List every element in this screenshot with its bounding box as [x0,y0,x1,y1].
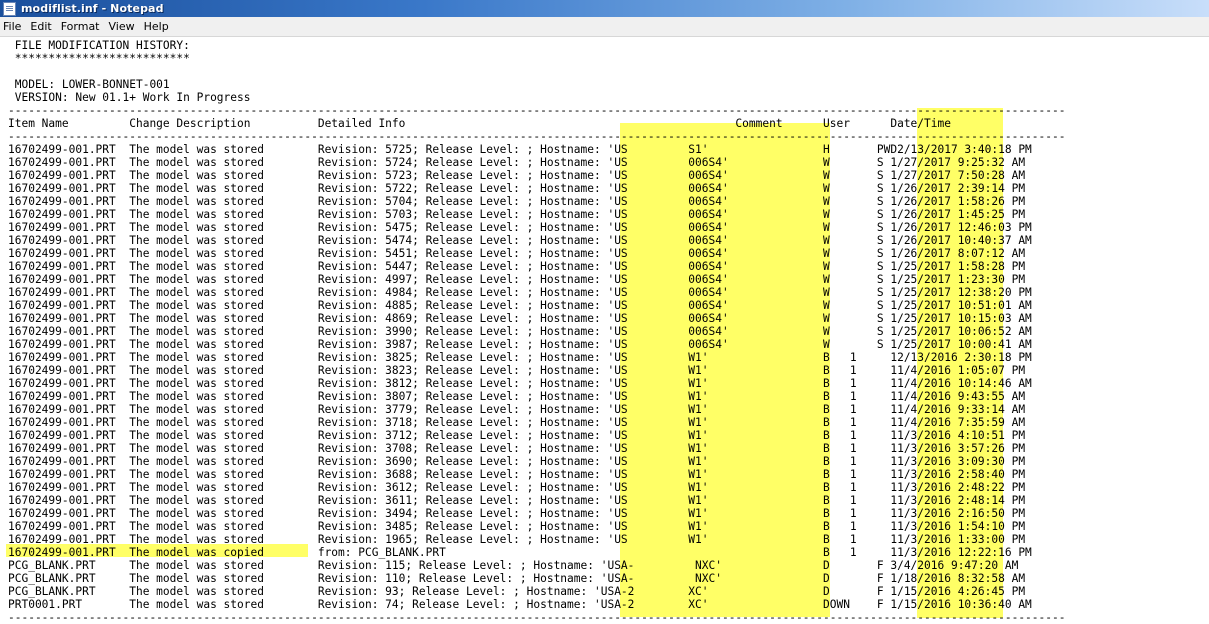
history-row: 16702499-001.PRT The model was stored Re… [8,390,1026,403]
text-editor-area[interactable]: FILE MODIFICATION HISTORY: *************… [0,37,1209,624]
column-header-row: Item Name Change Description Detailed In… [8,117,951,130]
title-bar: modiflist.inf - Notepad [0,0,1209,17]
history-row: 16702499-001.PRT The model was stored Re… [8,260,1026,273]
history-row: 16702499-001.PRT The model was stored Re… [8,481,1026,494]
history-row: 16702499-001.PRT The model was stored Re… [8,507,1026,520]
version-line: VERSION: New 01.1+ Work In Progress [8,91,251,104]
separator: ----------------------------------------… [8,130,1066,143]
window-title: modiflist.inf - Notepad [21,2,164,15]
history-row: 16702499-001.PRT The model was stored Re… [8,221,1032,234]
history-row: 16702499-001.PRT The model was stored Re… [8,351,1032,364]
history-row: 16702499-001.PRT The model was stored Re… [8,338,1032,351]
history-row: 16702499-001.PRT The model was stored Re… [8,494,1026,507]
history-row: PCG_BLANK.PRT The model was stored Revis… [8,572,1026,585]
history-row: 16702499-001.PRT The model was stored Re… [8,208,1026,221]
history-row: 16702499-001.PRT The model was stored Re… [8,169,1026,182]
history-row: 16702499-001.PRT The model was stored Re… [8,364,1026,377]
history-row: 16702499-001.PRT The model was copied fr… [8,546,1032,559]
menu-bar: File Edit Format View Help [0,17,1209,37]
notepad-icon [3,1,16,16]
menu-file[interactable]: File [0,20,27,33]
menu-edit[interactable]: Edit [27,20,57,33]
menu-help[interactable]: Help [141,20,175,33]
history-row: 16702499-001.PRT The model was stored Re… [8,468,1026,481]
history-row: 16702499-001.PRT The model was stored Re… [8,234,1032,247]
document-text: FILE MODIFICATION HISTORY: *************… [8,39,1065,624]
history-row: 16702499-001.PRT The model was stored Re… [8,156,1026,169]
model-line: MODEL: LOWER-BONNET-001 [8,78,170,91]
history-title: FILE MODIFICATION HISTORY: [8,39,190,52]
history-row: PRT0001.PRT The model was stored Revisio… [8,598,1032,611]
history-row: 16702499-001.PRT The model was stored Re… [8,143,1032,156]
history-row: 16702499-001.PRT The model was stored Re… [8,325,1032,338]
separator: ----------------------------------------… [8,104,1066,117]
history-row: 16702499-001.PRT The model was stored Re… [8,455,1026,468]
history-underline: ************************** [8,52,190,65]
history-row: 16702499-001.PRT The model was stored Re… [8,247,1026,260]
history-row: 16702499-001.PRT The model was stored Re… [8,312,1032,325]
history-row: 16702499-001.PRT The model was stored Re… [8,273,1026,286]
history-row: 16702499-001.PRT The model was stored Re… [8,416,1026,429]
history-row: 16702499-001.PRT The model was stored Re… [8,442,1026,455]
history-row: 16702499-001.PRT The model was stored Re… [8,429,1026,442]
separator: ----------------------------------------… [8,611,1066,624]
history-row: PCG_BLANK.PRT The model was stored Revis… [8,585,1026,598]
history-row: 16702499-001.PRT The model was stored Re… [8,377,1032,390]
history-row: 16702499-001.PRT The model was stored Re… [8,520,1026,533]
history-row: 16702499-001.PRT The model was stored Re… [8,533,1026,546]
history-row: 16702499-001.PRT The model was stored Re… [8,195,1026,208]
history-row: 16702499-001.PRT The model was stored Re… [8,403,1026,416]
history-row: 16702499-001.PRT The model was stored Re… [8,182,1026,195]
history-row: 16702499-001.PRT The model was stored Re… [8,286,1032,299]
history-row: PCG_BLANK.PRT The model was stored Revis… [8,559,1019,572]
menu-format[interactable]: Format [58,20,106,33]
history-row: 16702499-001.PRT The model was stored Re… [8,299,1032,312]
menu-view[interactable]: View [106,20,141,33]
